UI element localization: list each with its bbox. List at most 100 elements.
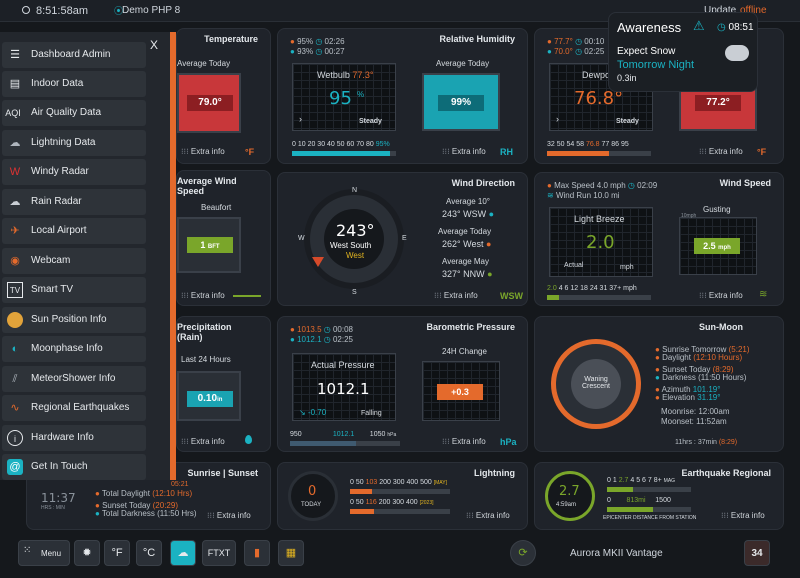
sidebar-item-get-in-touch[interactable]: @ Get In Touch bbox=[2, 454, 146, 480]
wind-actual-label: Actual bbox=[564, 262, 584, 269]
sun-moon-panel[interactable]: Sun-Moon Waning Crescent ● Sunrise Tomor… bbox=[534, 316, 784, 452]
h24-value: +0.3 bbox=[437, 384, 483, 400]
sun-button[interactable]: ✹ bbox=[74, 540, 100, 566]
wind-lines-icon: ≋ bbox=[759, 289, 768, 300]
webcam-icon: ◉ bbox=[10, 255, 20, 267]
awareness-line2: Tomorrow Night bbox=[617, 59, 695, 71]
sidebar-item-meteor-shower[interactable]: ⫽ MeteorShower Info bbox=[2, 366, 146, 392]
ftxt-button[interactable]: FTXT bbox=[202, 540, 236, 566]
awareness-line1: Expect Snow bbox=[617, 46, 676, 57]
wind-direction-panel[interactable]: Wind Direction 243° West South West N E … bbox=[277, 172, 528, 306]
celsius-button[interactable]: °C bbox=[136, 540, 162, 566]
quake-time: 4:59am bbox=[556, 502, 577, 508]
compass-s: S bbox=[352, 289, 357, 296]
lightning-extra-info[interactable]: Extra info bbox=[466, 511, 510, 520]
avg-wind-extra-info[interactable]: Extra info bbox=[181, 291, 225, 300]
earthquake-extra-info[interactable]: Extra info bbox=[721, 511, 765, 520]
pressure-value: 1012.1 bbox=[317, 380, 370, 398]
avg-wind-gauge: 1 BFT bbox=[177, 217, 241, 273]
airplane-icon: ✈ bbox=[10, 225, 20, 237]
sidebar-item-webcam[interactable]: ◉ Webcam bbox=[2, 248, 146, 274]
lightning-panel[interactable]: Lightning 0 TODAY 0 50 103 200 300 400 5… bbox=[277, 462, 528, 530]
sunrise-extra-info[interactable]: Extra info bbox=[207, 511, 251, 520]
sidebar-item-indoor-data[interactable]: ▤ Indoor Data bbox=[2, 71, 146, 97]
precip-extra-info[interactable]: Extra info bbox=[181, 437, 225, 446]
sidebar-item-air-quality[interactable]: AQI Air Quality Data bbox=[2, 100, 146, 126]
wetbulb-label: Wetbulb 77.3° bbox=[317, 70, 374, 80]
baro-scale-bar bbox=[290, 441, 400, 446]
avg10-value: 243° WSW ● bbox=[442, 209, 495, 219]
menu-button[interactable]: ⁙ Menu bbox=[18, 540, 70, 566]
sidebar-item-lightning-data[interactable]: ☁ Lightning Data bbox=[2, 130, 146, 156]
avg-wind-title: Average Wind Speed bbox=[177, 176, 237, 196]
sidebar-item-windy-radar[interactable]: W Windy Radar bbox=[2, 159, 146, 185]
barometer-extra-info[interactable]: Extra info bbox=[442, 437, 486, 446]
close-icon[interactable]: X bbox=[150, 38, 158, 52]
quake-dial: 2.7 4:59am bbox=[545, 471, 595, 521]
dewpoint-label: Dewpo bbox=[582, 70, 611, 80]
baro-scale: 950 1012.1 1050 hPa bbox=[290, 431, 397, 438]
compass-n: N bbox=[352, 187, 358, 194]
wind-speed-gauge: Light Breeze 2.0 Actual mph bbox=[549, 207, 653, 277]
warning-icon: ⚠ bbox=[693, 18, 705, 33]
quake-distance-label: EPICENTER DISTANCE FROM STATION bbox=[603, 515, 697, 521]
day-length: 11hrs : 37min (8:29) bbox=[675, 439, 738, 446]
humidity-avg-value: 99% bbox=[438, 95, 484, 111]
humidity-max: ● 95% ◷ 02:26 bbox=[290, 37, 345, 46]
gust-value: 2.5 mph bbox=[694, 238, 740, 254]
quake-bar2 bbox=[607, 507, 691, 512]
pressure-gauge: Actual Pressure 1012.1 ↘ -0.70 Falling bbox=[292, 353, 396, 421]
sidebar-item-moonphase[interactable]: ◐ Moonphase Info bbox=[2, 336, 146, 362]
humidity-extra-info[interactable]: Extra info bbox=[442, 147, 486, 156]
precip-panel[interactable]: Precipitation (Rain) Last 24 Hours 0.10i… bbox=[176, 316, 271, 452]
avg-wind-panel[interactable]: Average Wind Speed Beaufort 1 BFT Extra … bbox=[176, 170, 271, 306]
dewpoint-extra-info[interactable]: Extra info bbox=[699, 147, 743, 156]
h24-gauge: +0.3 bbox=[422, 361, 500, 421]
chart-button[interactable]: ▮ bbox=[244, 540, 270, 566]
bar-chart-icon: ▮ bbox=[253, 547, 261, 559]
humidity-percent: % bbox=[357, 90, 365, 99]
fahrenheit-button[interactable]: °F bbox=[104, 540, 130, 566]
total-darkness: ● Total Darkness (11:50 Hrs) bbox=[95, 509, 197, 518]
wind-scale: 2.0 4 6 12 18 24 31 37+ mph bbox=[547, 285, 637, 292]
gust-gauge: 2.5 mph bbox=[679, 217, 757, 275]
awareness-popup[interactable]: Awareness ⚠ ◷ 08:51 Expect Snow Tomorrow… bbox=[608, 12, 758, 92]
calendar-day: 34 bbox=[751, 548, 763, 559]
calendar-icon: ▦ bbox=[285, 547, 297, 559]
bottom-toolbar: ⁙ Menu ✹ °F °C ☁ FTXT ▮ ▦ ⟳ Aurora MKII … bbox=[10, 540, 790, 574]
sidebar-item-regional-earthquakes[interactable]: ∿ Regional Earthquakes bbox=[2, 395, 146, 421]
gusting-label: Gusting bbox=[703, 205, 731, 214]
wind-speed-extra-info[interactable]: Extra info bbox=[699, 291, 743, 300]
wind-pointer-icon bbox=[312, 257, 324, 267]
weather-button[interactable]: ☁ bbox=[170, 540, 196, 566]
pressure-label: Actual Pressure bbox=[311, 360, 375, 370]
wind-speed-panel[interactable]: Wind Speed ● Max Speed 4.0 mph ◷ 02:09 ≋… bbox=[534, 172, 784, 306]
wind-direction-title: Wind Direction bbox=[451, 178, 515, 188]
refresh-button[interactable]: ⟳ bbox=[510, 540, 536, 566]
sun-position-icon bbox=[7, 312, 23, 328]
h24-label: 24H Change bbox=[442, 347, 487, 356]
sidebar-item-hardware-info[interactable]: i Hardware Info bbox=[2, 425, 146, 451]
precip-title: Precipitation (Rain) bbox=[177, 322, 232, 342]
temperature-extra-info[interactable]: Extra info bbox=[181, 147, 225, 156]
day-clock-sub: HRS : MIN bbox=[41, 505, 65, 511]
temperature-avg-label: Average Today bbox=[177, 59, 231, 68]
sidebar-item-smart-tv[interactable]: TV Smart TV bbox=[2, 277, 146, 303]
sidebar-item-dashboard-admin[interactable]: ☰ Dashboard Admin bbox=[2, 42, 146, 68]
earthquake-panel[interactable]: Earthquake Regional 2.7 4:59am 0 1 2.7 4… bbox=[534, 462, 784, 530]
temperature-panel[interactable]: Temperature Average Today 79.0° Extra in… bbox=[176, 28, 271, 164]
sidebar-item-rain-radar[interactable]: ☁ Rain Radar bbox=[2, 189, 146, 215]
humidity-panel[interactable]: ● 95% ◷ 02:26 ● 93% ◷ 00:27 Relative Hum… bbox=[277, 28, 528, 164]
today-label: Average Today bbox=[438, 227, 492, 236]
moonrise: Moonrise: 12:00am bbox=[661, 407, 730, 416]
humidity-gauge: Wetbulb 77.3° 95 % › Steady bbox=[292, 63, 396, 131]
dewpoint-trend: Steady bbox=[616, 118, 639, 125]
barometer-panel[interactable]: Barometric Pressure ● 1013.5 ◷ 00:08 ● 1… bbox=[277, 316, 528, 452]
humidity-unit: RH bbox=[500, 147, 513, 157]
sidebar-item-sun-position[interactable]: Sun Position Info bbox=[2, 307, 146, 333]
calendar-day-button[interactable]: 34 bbox=[744, 540, 770, 566]
sidebar-item-local-airport[interactable]: ✈ Local Airport bbox=[2, 218, 146, 244]
calendar-button[interactable]: ▦ bbox=[278, 540, 304, 566]
lightning-dial: 0 TODAY bbox=[288, 471, 338, 521]
wind-direction-extra-info[interactable]: Extra info bbox=[434, 291, 478, 300]
